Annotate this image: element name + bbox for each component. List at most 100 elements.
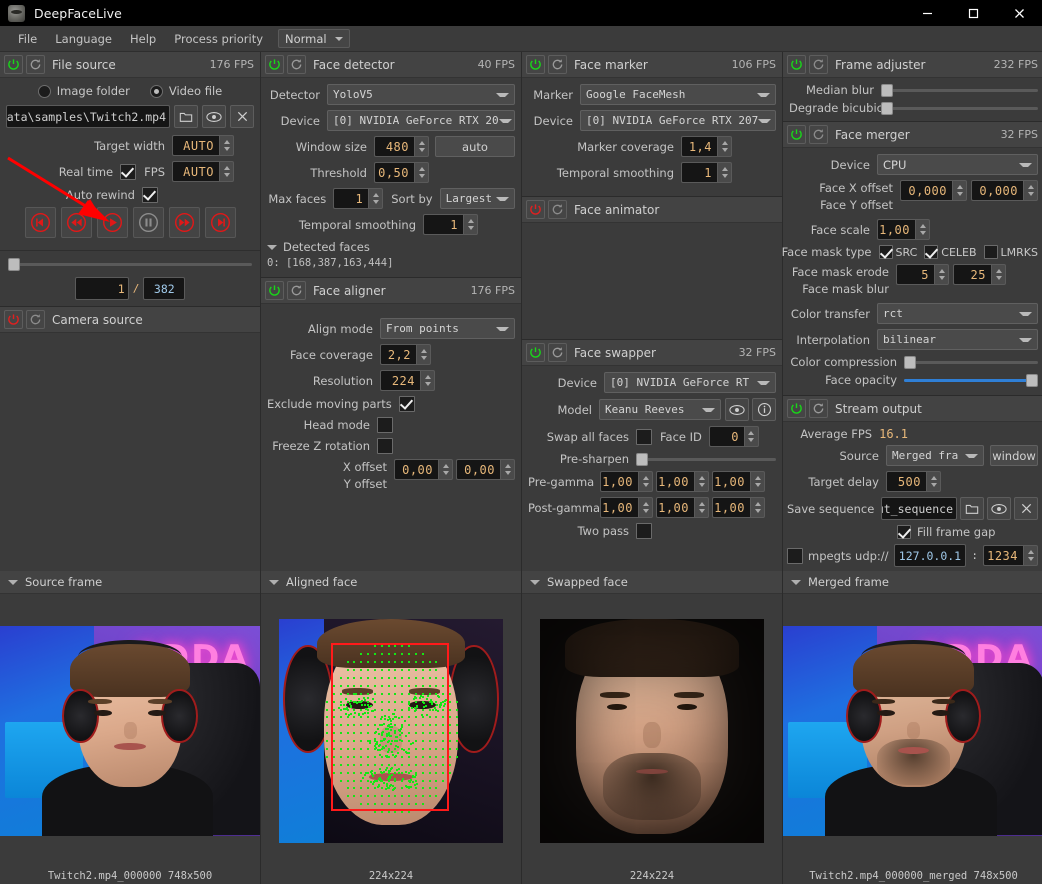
- x-icon[interactable]: [230, 105, 254, 128]
- stepper-arrows[interactable]: [463, 214, 478, 235]
- exclude-moving-parts-checkbox[interactable]: [399, 396, 415, 412]
- window-size-value[interactable]: 480: [374, 136, 414, 157]
- frame-current-input[interactable]: 1: [75, 277, 129, 300]
- maximize-button[interactable]: [950, 0, 996, 26]
- refresh-icon[interactable]: [287, 55, 306, 74]
- refresh-icon[interactable]: [26, 310, 45, 329]
- stepper-arrows[interactable]: [717, 136, 732, 157]
- x-icon[interactable]: [1014, 497, 1038, 520]
- stepper-arrows[interactable]: [638, 497, 653, 518]
- head-mode-checkbox[interactable]: [377, 417, 393, 433]
- power-icon[interactable]: [526, 343, 545, 362]
- power-icon[interactable]: [526, 200, 545, 219]
- threshold-stepper[interactable]: 0,50: [374, 162, 429, 183]
- max-faces-value[interactable]: 1: [333, 188, 368, 209]
- detected-faces-disclosure[interactable]: Detected faces: [267, 240, 515, 254]
- interpolation-select[interactable]: bilinear: [877, 329, 1038, 350]
- resolution-value[interactable]: 224: [380, 370, 420, 391]
- resolution-stepper[interactable]: 224: [380, 370, 435, 391]
- refresh-icon[interactable]: [287, 281, 306, 300]
- play-button[interactable]: [97, 207, 128, 238]
- menu-item-language[interactable]: Language: [46, 26, 121, 52]
- stepper-arrows[interactable]: [414, 162, 429, 183]
- window-size-auto-button[interactable]: auto: [435, 136, 515, 157]
- stepper-arrows[interactable]: [1023, 545, 1038, 566]
- post-gamma-b-value[interactable]: 1,00: [712, 497, 750, 518]
- threshold-value[interactable]: 0,50: [374, 162, 414, 183]
- post-gamma-b-stepper[interactable]: 1,00: [712, 497, 765, 518]
- pre-gamma-b-stepper[interactable]: 1,00: [712, 471, 765, 492]
- real-time-checkbox[interactable]: [120, 164, 136, 180]
- mask-src-checkbox[interactable]: [879, 245, 893, 259]
- mask-lmrks-checkbox[interactable]: [984, 245, 998, 259]
- post-gamma-g-stepper[interactable]: 1,00: [656, 497, 709, 518]
- fast-forward-button[interactable]: [169, 207, 200, 238]
- power-icon[interactable]: [4, 310, 23, 329]
- mask-celeb-checkbox[interactable]: [924, 245, 938, 259]
- preview-image[interactable]: [522, 594, 782, 867]
- refresh-icon[interactable]: [548, 200, 567, 219]
- temporal-smoothing-value[interactable]: 1: [423, 214, 463, 235]
- face-mask-erode-stepper[interactable]: 5: [896, 264, 949, 285]
- eye-icon[interactable]: [202, 105, 226, 128]
- stepper-arrows[interactable]: [1023, 180, 1038, 201]
- stepper-arrows[interactable]: [717, 162, 732, 183]
- two-pass-checkbox[interactable]: [636, 523, 652, 539]
- folder-icon[interactable]: [960, 497, 984, 520]
- file-path-input[interactable]: rdata\samples\Twitch2.mp4: [6, 105, 170, 128]
- eye-icon[interactable]: [987, 497, 1011, 520]
- stepper-arrows[interactable]: [694, 497, 709, 518]
- radio-video-file[interactable]: [150, 85, 163, 98]
- color-transfer-select[interactable]: rct: [877, 303, 1038, 324]
- preview-image[interactable]: [261, 594, 521, 867]
- stepper-arrows[interactable]: [420, 370, 435, 391]
- window-size-stepper[interactable]: 480: [374, 136, 429, 157]
- fill-frame-gap-checkbox[interactable]: [897, 525, 911, 539]
- stepper-arrows[interactable]: [991, 264, 1006, 285]
- marker-coverage-stepper[interactable]: 1,4: [681, 136, 732, 157]
- stepper-arrows[interactable]: [934, 264, 949, 285]
- refresh-icon[interactable]: [809, 55, 828, 74]
- pre-gamma-g-stepper[interactable]: 1,00: [656, 471, 709, 492]
- stepper-arrows[interactable]: [915, 219, 930, 240]
- stepper-arrows[interactable]: [750, 497, 765, 518]
- face-coverage-stepper[interactable]: 2,2: [380, 344, 431, 365]
- median-blur-slider[interactable]: [881, 83, 1038, 97]
- face-id-value[interactable]: 0: [709, 426, 744, 447]
- pre-gamma-r-stepper[interactable]: 1,00: [600, 471, 653, 492]
- window-button[interactable]: window: [990, 445, 1038, 466]
- refresh-icon[interactable]: [26, 55, 45, 74]
- refresh-icon[interactable]: [809, 399, 828, 418]
- power-icon[interactable]: [787, 125, 806, 144]
- face-coverage-value[interactable]: 2,2: [380, 344, 416, 365]
- pre-gamma-b-value[interactable]: 1,00: [712, 471, 750, 492]
- mpegts-port-stepper[interactable]: 1234: [983, 545, 1038, 566]
- power-icon[interactable]: [787, 55, 806, 74]
- auto-rewind-checkbox[interactable]: [142, 187, 158, 203]
- model-select[interactable]: Keanu Reeves: [599, 399, 721, 420]
- stepper-arrows[interactable]: [952, 180, 967, 201]
- refresh-icon[interactable]: [548, 343, 567, 362]
- stepper-arrows[interactable]: [368, 188, 383, 209]
- power-icon[interactable]: [265, 55, 284, 74]
- preview-header[interactable]: Swapped face: [522, 571, 782, 594]
- folder-icon[interactable]: [174, 105, 198, 128]
- post-gamma-r-stepper[interactable]: 1,00: [600, 497, 653, 518]
- process-priority-select[interactable]: Normal: [278, 29, 350, 48]
- refresh-icon[interactable]: [809, 125, 828, 144]
- color-compression-slider[interactable]: [904, 355, 1038, 369]
- device-select[interactable]: [0] NVIDIA GeForce RT: [604, 372, 776, 393]
- swap-all-faces-checkbox[interactable]: [636, 429, 652, 445]
- face-mask-blur-stepper[interactable]: 25: [953, 264, 1006, 285]
- target-width-stepper[interactable]: AUTO: [172, 135, 234, 156]
- mpegts-host-input[interactable]: 127.0.0.1: [894, 544, 967, 567]
- freeze-z-rotation-checkbox[interactable]: [377, 438, 393, 454]
- stepper-arrows[interactable]: [926, 471, 941, 492]
- max-faces-stepper[interactable]: 1: [333, 188, 383, 209]
- stepper-arrows[interactable]: [416, 344, 431, 365]
- preview-image[interactable]: ADDA: [0, 594, 260, 867]
- source-select[interactable]: Merged fra: [886, 445, 984, 466]
- face-id-stepper[interactable]: 0: [709, 426, 759, 447]
- face-x-offset-value[interactable]: 0,000: [900, 180, 952, 201]
- target-delay-stepper[interactable]: 500: [886, 471, 941, 492]
